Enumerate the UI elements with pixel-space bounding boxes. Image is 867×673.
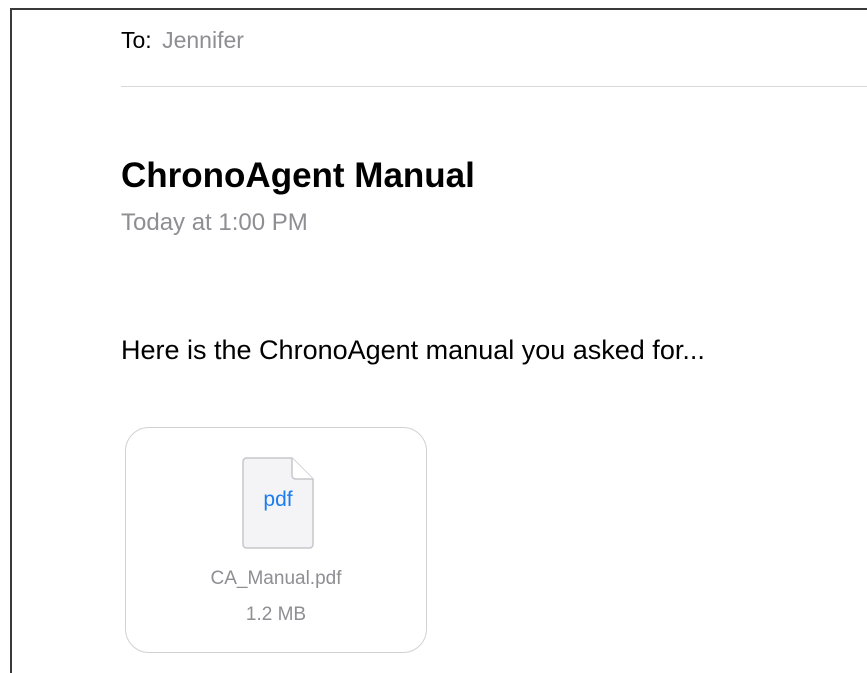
file-type-label: pdf	[263, 488, 293, 511]
to-label: To:	[121, 27, 152, 53]
pdf-file-icon: pdf	[242, 457, 314, 549]
attachment-file-size: 1.2 MB	[245, 604, 307, 625]
recipient-line: To: Jennifer	[121, 27, 244, 54]
email-message-view: To: Jennifer ChronoAgent Manual Today at…	[10, 8, 867, 673]
email-body-text: Here is the ChronoAgent manual you asked…	[121, 335, 705, 365]
recipient-name[interactable]: Jennifer	[162, 27, 244, 53]
email-date: Today at 1:00 PM	[121, 209, 308, 236]
email-subject: ChronoAgent Manual	[121, 156, 475, 195]
attachment-file-name: CA_Manual.pdf	[210, 568, 342, 589]
attachment-card[interactable]: pdf CA_Manual.pdf 1.2 MB	[125, 427, 427, 653]
header-divider	[121, 86, 867, 87]
